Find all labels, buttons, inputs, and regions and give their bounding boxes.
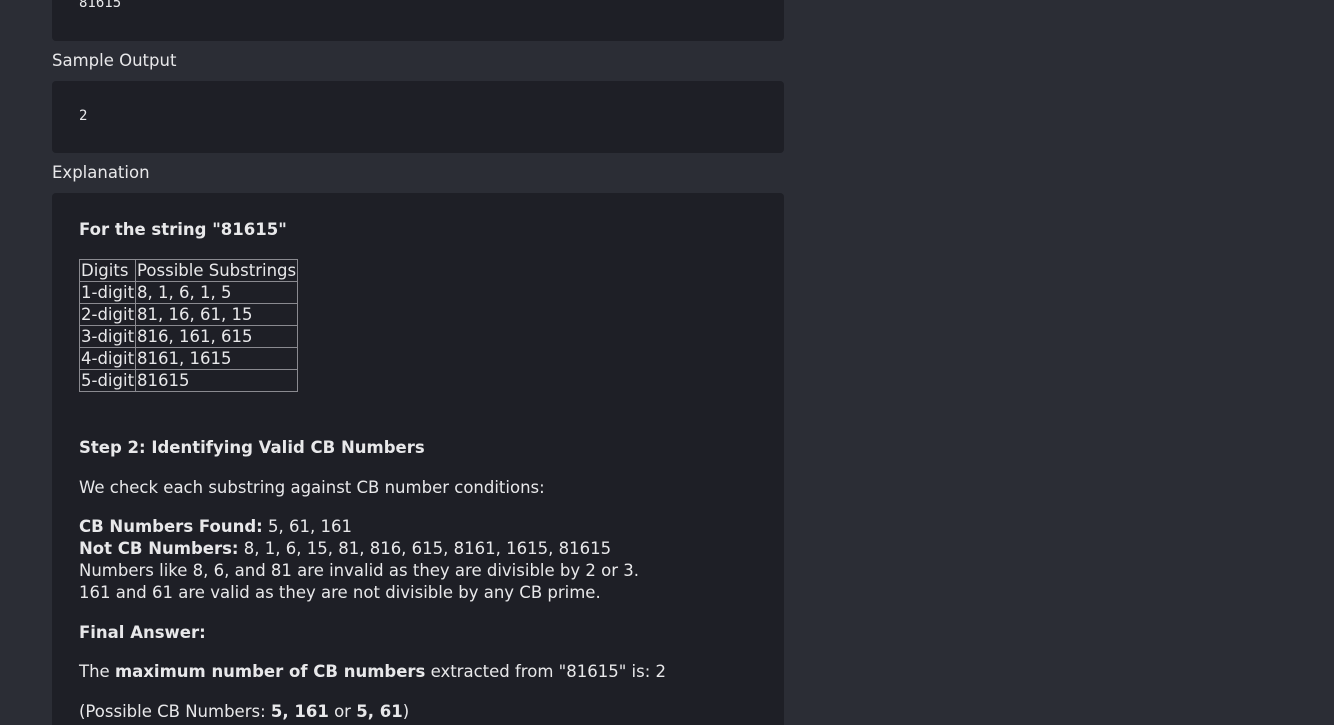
sample-output-heading: Sample Output	[52, 51, 177, 70]
table-header: Digits	[78, 259, 137, 282]
possible-suffix: )	[402, 702, 410, 721]
table-row: 2-digit 81, 16, 61, 15	[78, 303, 299, 326]
possible-prefix: (Possible CB Numbers:	[79, 702, 271, 721]
step2-title: Step 2: Identifying Valid CB Numbers	[79, 438, 425, 457]
table-cell: 81615	[135, 369, 299, 392]
cb-found-value: 5, 61, 161	[262, 517, 352, 536]
table-cell: 2-digit	[78, 303, 137, 326]
cb-found-label: CB Numbers Found:	[79, 517, 263, 536]
explanation-heading: Explanation	[52, 163, 150, 182]
sample-output-value: 2	[79, 108, 88, 124]
final-answer-text: The maximum number of CB numbers extract…	[79, 662, 666, 681]
sample-input-block: 81615	[52, 0, 784, 41]
table-cell: 3-digit	[78, 325, 137, 348]
table-cell: 816, 161, 615	[135, 325, 299, 348]
final-bold: maximum number of CB numbers	[114, 662, 426, 681]
step2-text: We check each substring against CB numbe…	[79, 478, 545, 497]
table-header-row: Digits Possible Substrings	[78, 259, 299, 282]
possible-a: 5, 161	[270, 702, 329, 721]
table-cell: 8, 1, 6, 1, 5	[135, 281, 299, 304]
cb-found-line: CB Numbers Found: 5, 61, 161	[79, 517, 352, 536]
explanation-block: For the string "81615" Digits Possible S…	[52, 193, 784, 725]
final-suffix: extracted from "81615" is: 2	[425, 662, 667, 681]
final-prefix: The	[79, 662, 115, 681]
table-cell: 5-digit	[78, 369, 137, 392]
possible-or: or	[328, 702, 357, 721]
explanation-intro: For the string "81615"	[79, 220, 287, 239]
not-cb-value: 8, 1, 6, 15, 81, 816, 615, 8161, 1615, 8…	[238, 539, 612, 558]
substrings-table: Digits Possible Substrings 1-digit 8, 1,…	[78, 259, 299, 392]
table-cell: 81, 16, 61, 15	[135, 303, 299, 326]
possible-cb-text: (Possible CB Numbers: 5, 161 or 5, 61)	[79, 702, 409, 721]
table-header: Possible Substrings	[135, 259, 299, 282]
sample-output-block: 2	[52, 81, 784, 153]
not-cb-line: Not CB Numbers: 8, 1, 6, 15, 81, 816, 61…	[79, 539, 611, 558]
sample-input-value: 81615	[79, 0, 122, 11]
table-cell: 4-digit	[78, 347, 137, 370]
table-row: 1-digit 8, 1, 6, 1, 5	[78, 281, 299, 304]
table-row: 4-digit 8161, 1615	[78, 347, 299, 370]
problem-page: 81615 Sample Output 2 Explanation For th…	[0, 0, 1334, 725]
not-cb-label: Not CB Numbers:	[79, 539, 239, 558]
table-cell: 1-digit	[78, 281, 137, 304]
invalid-note: Numbers like 8, 6, and 81 are invalid as…	[79, 561, 639, 580]
table-row: 3-digit 816, 161, 615	[78, 325, 299, 348]
table-row: 5-digit 81615	[78, 369, 299, 392]
table-cell: 8161, 1615	[135, 347, 299, 370]
final-answer-title: Final Answer:	[79, 623, 206, 642]
possible-b: 5, 61	[356, 702, 403, 721]
valid-note: 161 and 61 are valid as they are not div…	[79, 583, 601, 602]
